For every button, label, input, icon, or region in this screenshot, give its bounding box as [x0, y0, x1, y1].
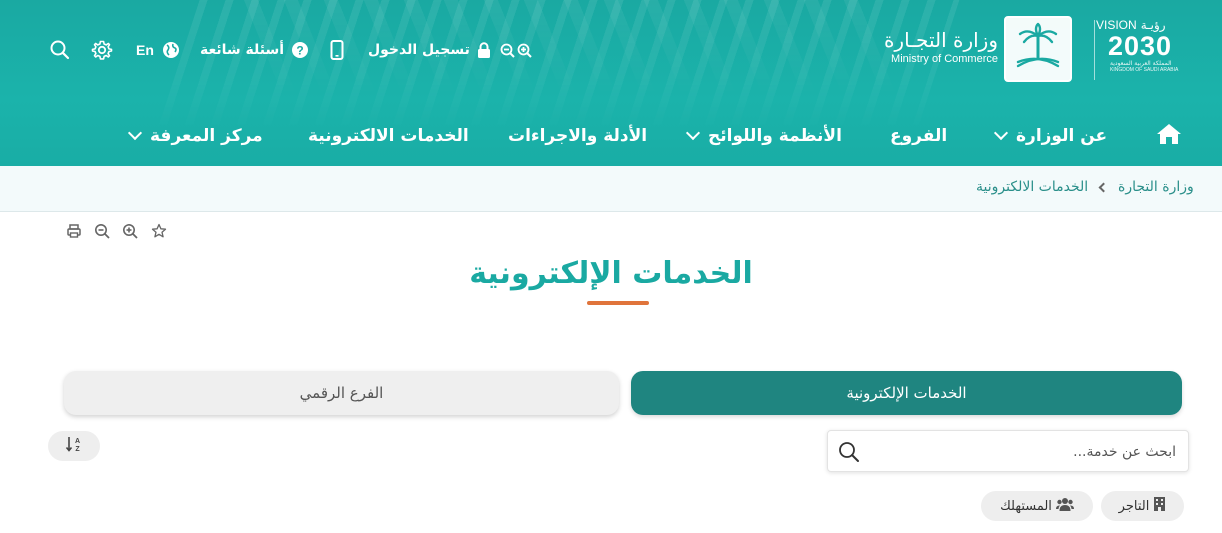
search-icon [50, 40, 70, 60]
breadcrumb: وزارة التجارة الخدمات الالكترونية [0, 166, 1222, 212]
title-underline [587, 301, 649, 305]
filter-merchant[interactable]: التاجر [1101, 491, 1184, 521]
palm-swords-emblem [1016, 22, 1060, 68]
star-icon[interactable] [151, 223, 167, 239]
tab-eservices[interactable]: الخدمات الإلكترونية [631, 371, 1182, 415]
faq-label: أسئلة شائعة [200, 42, 285, 58]
vision-ar-label: رؤيـة [1140, 18, 1166, 32]
print-icon[interactable] [66, 223, 82, 239]
sort-az-icon: AZ [65, 435, 83, 457]
vision-label-row: VISION رؤيـة [1096, 18, 1196, 32]
nav-branches-label: الفروع [890, 126, 948, 146]
tab-digital-branch-label: الفرع الرقمي [299, 384, 384, 402]
chevron-down-icon [685, 125, 701, 141]
nav-knowledge[interactable]: مركز المعرفة [127, 122, 263, 150]
zoom-out-icon[interactable] [500, 43, 515, 58]
vision-year: 2030 [1108, 31, 1173, 61]
mobile-icon [330, 40, 344, 60]
zoom-out-icon[interactable] [94, 223, 110, 239]
nav-home[interactable] [1156, 122, 1182, 150]
nav-guides-label: الأدلة والاجراءات [508, 126, 648, 146]
search-icon[interactable] [838, 441, 860, 467]
settings-button[interactable] [91, 38, 113, 62]
language-label: En [136, 42, 154, 58]
ministry-name-en: Ministry of Commerce [891, 53, 998, 65]
question-icon: ? [291, 41, 309, 59]
breadcrumb-current: الخدمات الالكترونية [976, 179, 1089, 195]
nav-about[interactable]: عن الوزارة [993, 122, 1108, 150]
ministry-name[interactable]: وزارة التجـارة Ministry of Commerce [878, 28, 998, 66]
search-button[interactable] [50, 38, 70, 62]
logo-divider [1094, 20, 1095, 80]
site-header: En أسئلة شائعة ? تسجيل الدخول VISION رؤي… [0, 0, 1222, 166]
nav-guides[interactable]: الأدلة والاجراءات [508, 122, 647, 150]
page-title: الخدمات الإلكترونية [469, 256, 753, 291]
language-switch[interactable]: En [136, 38, 180, 62]
filter-consumer-label: المستهلك [1000, 498, 1052, 514]
zoom-in-icon[interactable] [122, 223, 138, 239]
chevron-down-icon [993, 125, 1009, 141]
vision-kingdom-en: KINGDOM OF SAUDI ARABIA [1110, 67, 1179, 73]
breadcrumb-home[interactable]: وزارة التجارة [1118, 179, 1194, 195]
login-label: تسجيل الدخول [368, 42, 470, 58]
home-icon [1156, 123, 1182, 150]
filter-merchant-label: التاجر [1118, 498, 1150, 514]
zoom-in-icon[interactable] [517, 43, 532, 58]
gear-icon [91, 39, 113, 61]
mobile-app-link[interactable] [330, 38, 344, 62]
saudi-emblem-logo[interactable] [1004, 16, 1072, 82]
building-icon [1153, 496, 1166, 516]
nav-eservices[interactable]: الخدمات الالكترونية [308, 122, 469, 150]
svg-text:?: ? [296, 44, 303, 58]
text-size-controls [500, 38, 532, 62]
nav-branches[interactable]: الفروع [890, 122, 947, 150]
chevron-left-icon [1098, 182, 1109, 193]
svg-text:Z: Z [75, 446, 80, 453]
tab-digital-branch[interactable]: الفرع الرقمي [64, 371, 619, 415]
login-link[interactable]: تسجيل الدخول [368, 38, 491, 62]
users-icon [1055, 497, 1074, 516]
filter-consumer[interactable]: المستهلك [981, 491, 1093, 521]
nav-eservices-label: الخدمات الالكترونية [308, 126, 469, 146]
service-search [827, 430, 1189, 472]
vision-2030-logo[interactable]: VISION رؤيـة 2030 المملكة العربية السعود… [1096, 18, 1196, 82]
nav-regulations-label: الأنظمة واللوائح [708, 126, 842, 146]
faq-link[interactable]: أسئلة شائعة ? [200, 38, 309, 62]
vision-label: VISION [1096, 18, 1137, 32]
search-input[interactable] [886, 441, 1176, 463]
tab-eservices-label: الخدمات الإلكترونية [846, 384, 967, 402]
chevron-down-icon [127, 125, 143, 141]
ministry-name-ar: وزارة التجـارة [883, 28, 998, 52]
vision-kingdom-ar: المملكة العربية السعودية [1110, 60, 1172, 67]
nav-about-label: عن الوزارة [1016, 126, 1108, 146]
nav-regulations[interactable]: الأنظمة واللوائح [685, 122, 842, 150]
sort-button[interactable]: AZ [48, 431, 100, 461]
svg-text:A: A [75, 438, 80, 445]
lock-icon [477, 41, 491, 59]
nav-knowledge-label: مركز المعرفة [150, 126, 263, 146]
globe-icon [162, 41, 180, 59]
